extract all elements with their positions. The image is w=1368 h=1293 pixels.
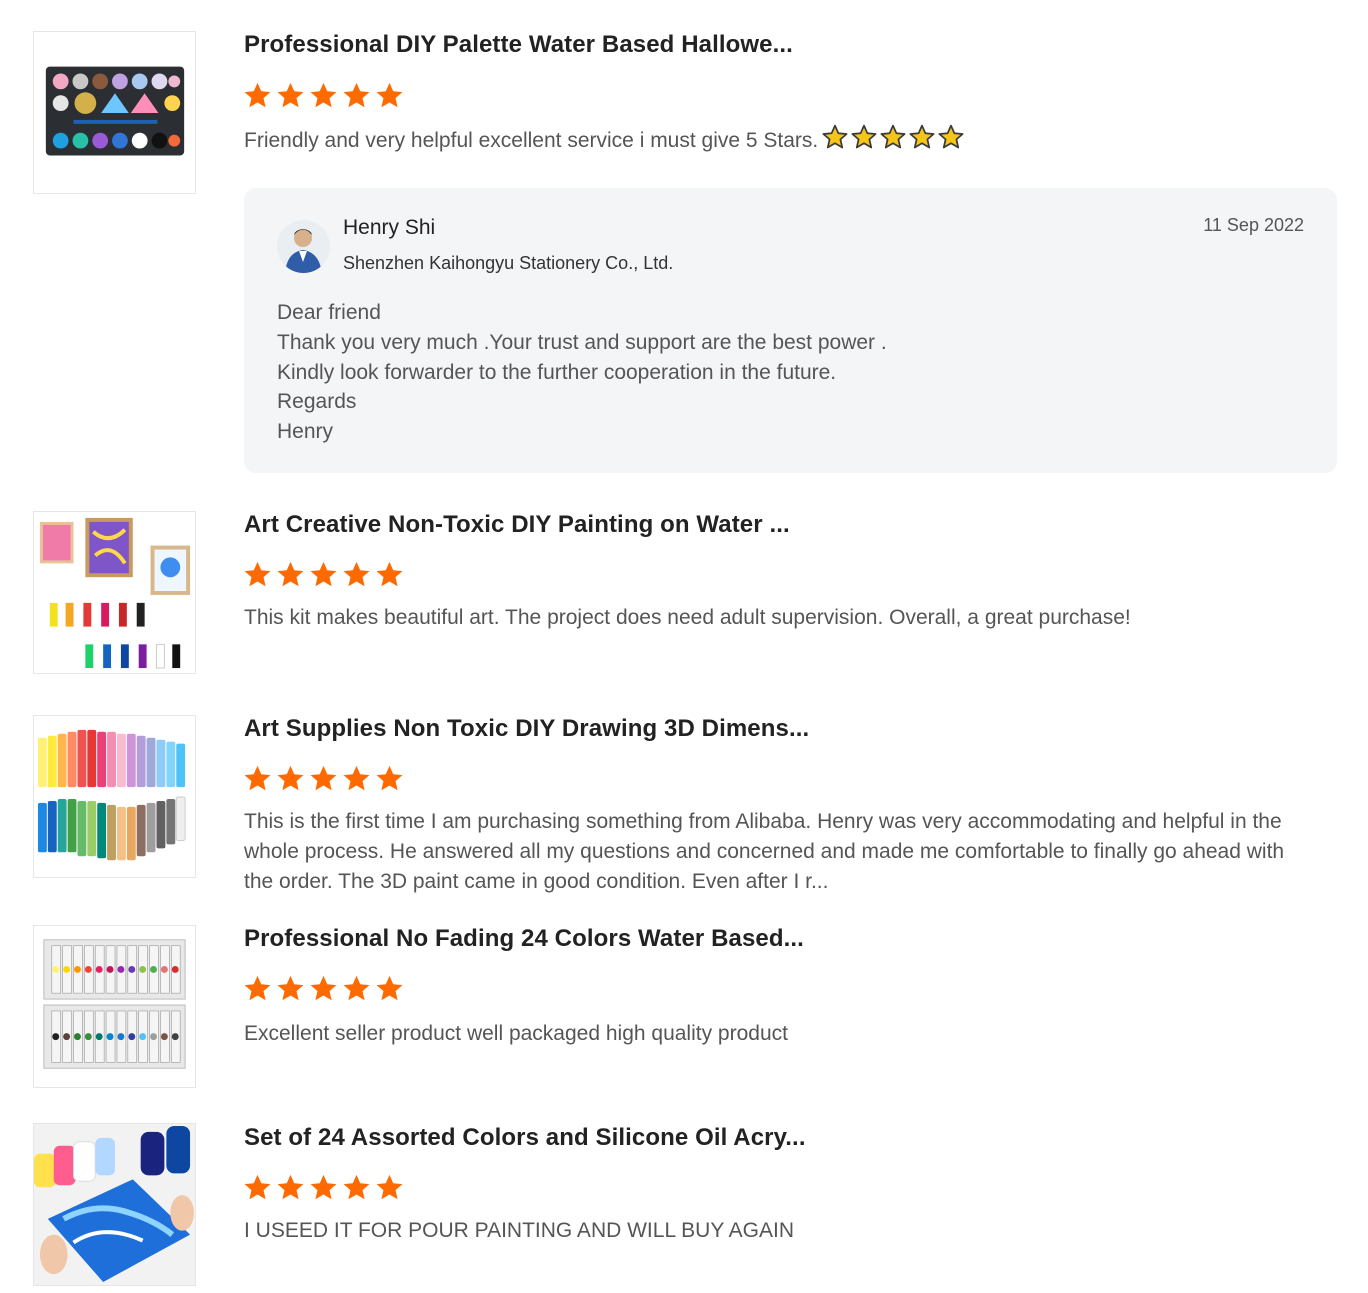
star-icon	[310, 1174, 337, 1200]
rating-stars	[243, 560, 404, 589]
emoji-stars	[822, 124, 964, 150]
replier-company[interactable]: Shenzhen Kaihongyu Stationery Co., Ltd.	[343, 253, 673, 274]
rating-stars	[243, 974, 404, 1003]
reply-line: Henry	[277, 420, 334, 444]
avatar	[277, 220, 330, 273]
star-emoji-icon	[822, 124, 848, 149]
star-icon	[277, 1174, 304, 1200]
star-icon	[343, 1174, 370, 1200]
product-thumbnail[interactable]	[33, 715, 196, 878]
star-icon	[244, 975, 271, 1001]
star-icon	[277, 765, 304, 791]
reply-line: Dear friend	[277, 301, 381, 324]
star-icon	[376, 975, 403, 1001]
review-text: Friendly and very helpful excellent serv…	[244, 124, 1319, 156]
star-icon	[310, 561, 337, 587]
star-emoji-icon	[938, 124, 964, 149]
product-title[interactable]: Set of 24 Assorted Colors and Silicone O…	[244, 1124, 806, 1152]
reply-line: Regards	[277, 390, 357, 414]
product-thumbnail[interactable]	[33, 511, 196, 674]
star-emoji-icon	[909, 124, 935, 149]
review-text: This kit makes beautiful art. The projec…	[244, 606, 1131, 629]
rating-stars	[243, 1173, 404, 1202]
star-icon	[310, 82, 337, 108]
star-icon	[244, 765, 271, 791]
product-thumbnail[interactable]	[33, 31, 196, 194]
review-text: I USEED IT FOR POUR PAINTING AND WILL BU…	[244, 1219, 794, 1242]
star-icon	[343, 765, 370, 791]
star-icon	[310, 765, 337, 791]
reply-line: Kindly look forwarder to the further coo…	[277, 360, 837, 384]
star-icon	[310, 975, 337, 1001]
star-icon	[277, 82, 304, 108]
rating-stars	[243, 764, 404, 793]
star-icon	[376, 82, 403, 108]
replier-name: Henry Shi	[343, 216, 436, 239]
star-icon	[376, 561, 403, 587]
star-icon	[376, 765, 403, 791]
review-text: This is the first time I am purchasing s…	[244, 810, 1285, 893]
star-icon	[343, 975, 370, 1001]
star-icon	[244, 82, 271, 108]
star-icon	[277, 561, 304, 587]
product-thumbnail[interactable]	[33, 1123, 196, 1286]
star-emoji-icon	[851, 124, 877, 149]
product-thumbnail[interactable]	[33, 925, 196, 1088]
product-title[interactable]: Art Supplies Non Toxic DIY Drawing 3D Di…	[244, 715, 809, 743]
review-text-body: Friendly and very helpful excellent serv…	[244, 129, 819, 152]
product-title[interactable]: Art Creative Non-Toxic DIY Painting on W…	[244, 511, 790, 539]
reply-line: Thank you very much .Your trust and supp…	[277, 330, 887, 354]
star-icon	[244, 561, 271, 587]
reply-body: Dear friend Thank you very much .Your tr…	[277, 298, 887, 447]
star-icon	[343, 561, 370, 587]
star-icon	[343, 82, 370, 108]
reply-date: 11 Sep 2022	[1203, 215, 1304, 235]
star-icon	[376, 1174, 403, 1200]
review-text: Excellent seller product well packaged h…	[244, 1022, 788, 1045]
product-title[interactable]: Professional No Fading 24 Colors Water B…	[244, 925, 804, 953]
rating-stars	[243, 81, 404, 110]
product-title[interactable]: Professional DIY Palette Water Based Hal…	[244, 31, 793, 59]
star-icon	[244, 1174, 271, 1200]
star-icon	[277, 975, 304, 1001]
supplier-reply: Henry Shi Shenzhen Kaihongyu Stationery …	[244, 188, 1337, 473]
star-emoji-icon	[880, 124, 906, 149]
